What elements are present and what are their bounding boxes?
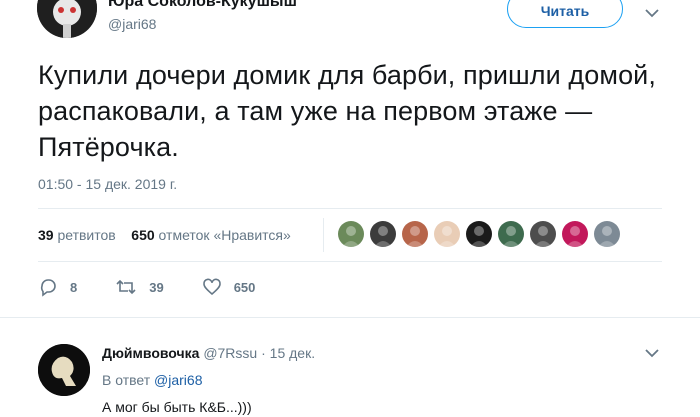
reply-to-line: В ответ @jari68 [102,372,202,388]
reply-author-avatar[interactable] [38,344,90,396]
author-avatar[interactable] [37,0,97,38]
retweets-stat[interactable]: 39 ретвитов [38,227,116,243]
author-handle[interactable]: @jari68 [108,16,156,32]
reply-date[interactable]: 15 дек. [270,345,315,361]
likes-stat[interactable]: 650 отметок «Нравится» [131,227,291,243]
retweet-icon [116,279,136,295]
liker-avatar[interactable] [466,221,492,247]
liker-avatar[interactable] [498,221,524,247]
liker-avatar[interactable] [402,221,428,247]
retweets-label: ретвитов [57,227,116,243]
reply-icon [40,279,56,297]
stats-separator [323,218,324,252]
reply-header: Дюймвовочка @7Rssu · 15 дек. [102,345,315,361]
likes-count: 650 [131,227,155,243]
reply-count: 8 [70,279,78,295]
liker-avatar[interactable] [370,221,396,247]
reply-to-prefix: В ответ [102,372,151,388]
liker-avatar[interactable] [434,221,460,247]
divider [38,208,662,209]
follow-button[interactable]: Читать [507,0,623,28]
tweet-timestamp[interactable]: 01:50 - 15 дек. 2019 г. [38,176,177,192]
liker-avatar[interactable] [562,221,588,247]
divider [38,261,662,262]
likers-avatars [338,221,626,247]
retweets-count: 39 [38,227,54,243]
tweet-text: Купили дочери домик для барби, пришли до… [38,60,656,162]
reply-author-name[interactable]: Дюймвовочка [102,345,199,361]
liker-avatar[interactable] [594,221,620,247]
reply-separator: · [261,345,266,361]
heart-icon [202,278,221,296]
like-button[interactable]: 650 [202,277,256,297]
like-count: 650 [233,279,256,295]
reply-text: А мог бы быть К&Б...))) [102,399,252,415]
liker-avatar[interactable] [530,221,556,247]
chevron-down-icon[interactable] [643,4,661,22]
retweet-count: 39 [149,279,164,295]
chevron-down-icon[interactable] [643,344,661,362]
author-name[interactable]: Юра Соколов-Кукушыш [108,0,297,11]
reply-to-mention[interactable]: @jari68 [154,372,202,388]
reply-author-handle[interactable]: @7Rssu [203,345,257,361]
tweet-actions: 8 39 650 [38,277,293,297]
retweet-button[interactable]: 39 [115,277,164,297]
tweet-stats: 39 ретвитов 650 отметок «Нравится» [38,227,291,243]
liker-avatar[interactable] [338,221,364,247]
likes-label: отметок «Нравится» [158,227,291,243]
divider [0,317,700,318]
reply-button[interactable]: 8 [38,277,77,297]
